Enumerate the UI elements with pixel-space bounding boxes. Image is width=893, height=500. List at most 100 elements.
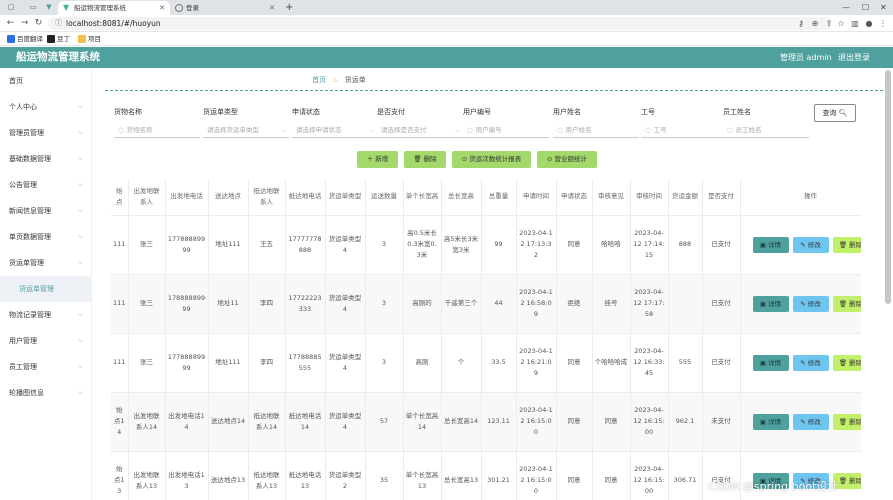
- sidebar-item[interactable]: 货运单管理: [0, 276, 92, 302]
- filter-input[interactable]: ○ 货物名称: [114, 123, 200, 138]
- vue-devtools-icon[interactable]: ▼: [44, 3, 54, 12]
- delete-button[interactable]: 🗑︎ 删除: [404, 151, 446, 168]
- trash-icon: 🗑︎: [838, 358, 850, 367]
- bookmark-douding[interactable]: 豆丁: [47, 34, 70, 44]
- detail-button[interactable]: ▣ 详情: [752, 295, 789, 312]
- back-icon[interactable]: ←: [5, 18, 16, 29]
- close-icon[interactable]: ✕: [269, 1, 275, 15]
- row-delete-button[interactable]: 🗑︎ 删除: [832, 236, 861, 253]
- tab-list-icon[interactable]: ▢: [6, 3, 16, 12]
- row-delete-button[interactable]: 🗑︎ 删除: [832, 295, 861, 312]
- add-button[interactable]: ＋ 新增: [357, 151, 398, 168]
- table-cell: 已支付: [702, 274, 741, 334]
- filter-select[interactable]: 请选择申请状态 ⌵: [292, 123, 378, 138]
- detail-button[interactable]: ▣ 详情: [752, 236, 789, 253]
- shipment-count-report-button[interactable]: ⊙ 货运次数统计报表: [452, 151, 531, 168]
- sidebar-item[interactable]: 用户管理 ⌵: [0, 328, 92, 354]
- pencil-icon: ✎: [800, 358, 808, 367]
- edit-button[interactable]: ✎ 修改: [792, 354, 829, 371]
- sidebar-item[interactable]: 物流记录管理 ⌵: [0, 302, 92, 328]
- row-delete-button[interactable]: 🗑︎ 删除: [832, 413, 861, 430]
- tab-main[interactable]: ▼ 船运物流管理系统 ✕: [58, 1, 170, 15]
- url-field[interactable]: ⓘ localhost:8081/#/huoyun: [48, 17, 832, 30]
- share-icon[interactable]: ⇪: [824, 18, 834, 29]
- edit-button[interactable]: ✎ 修改: [792, 295, 829, 312]
- table-cell: 306.71: [668, 451, 703, 500]
- table-cell: 张三: [128, 274, 166, 334]
- table-cell: 高刚的: [403, 274, 442, 334]
- star-icon[interactable]: ☆: [836, 18, 846, 29]
- filter-input[interactable]: ○ 用户姓名: [553, 123, 639, 138]
- sidebar-toggle-icon[interactable]: ▥: [850, 18, 860, 29]
- maximize-icon[interactable]: ☐: [862, 0, 869, 15]
- close-icon[interactable]: ✕: [159, 1, 165, 15]
- breadcrumb-home[interactable]: 首页: [312, 76, 326, 84]
- table-cell: 2023-04-12 16:21:09: [516, 333, 557, 393]
- folder-icon: [78, 35, 86, 43]
- bookmark-folder-project[interactable]: 项目: [78, 34, 101, 44]
- table-cell: 抵达地电话13: [285, 451, 326, 500]
- table-cell: 李四: [248, 274, 286, 334]
- window-close-icon[interactable]: ✕: [880, 0, 887, 15]
- column-header: 总长宽高: [441, 179, 482, 216]
- table-cell: 送达地点14: [208, 392, 249, 452]
- key-icon[interactable]: ⚷: [796, 18, 806, 29]
- filter-label: 是否支付: [377, 108, 405, 116]
- table-cell: 出发地联系人14: [128, 392, 166, 452]
- edit-button[interactable]: ✎ 修改: [792, 413, 829, 430]
- zoom-icon[interactable]: ⊕: [810, 18, 820, 29]
- revenue-stats-button[interactable]: ⊙ 营业额统计: [537, 151, 597, 168]
- table-cell: 送达地点13: [208, 451, 249, 500]
- trash-icon: 🗑︎: [838, 240, 850, 249]
- vue-icon: ▼: [63, 3, 70, 12]
- sidebar-item[interactable]: 公告管理 ⌵: [0, 172, 92, 198]
- table-cell: 2023-04-12 16:15:00: [630, 451, 669, 500]
- sidebar-item[interactable]: 新闻信息管理 ⌵: [0, 198, 92, 224]
- table-cell: 货运单类型2: [325, 451, 366, 500]
- bookmark-baidu-translate[interactable]: 百度翻译: [7, 34, 43, 44]
- filter-input[interactable]: ○ 用户编号: [463, 123, 549, 138]
- logout-link[interactable]: 退出登录: [838, 47, 870, 68]
- reload-icon[interactable]: ↻: [33, 18, 44, 29]
- forward-icon[interactable]: →: [19, 18, 30, 29]
- minimize-icon[interactable]: —: [842, 0, 850, 15]
- table-cell: 已支付: [702, 215, 741, 275]
- tab-login[interactable]: 登录 ✕: [170, 1, 280, 15]
- sidebar-item[interactable]: 员工管理 ⌵: [0, 354, 92, 380]
- sidebar-item[interactable]: 管理员管理 ⌵: [0, 120, 92, 146]
- new-tab-icon[interactable]: +: [285, 1, 293, 14]
- filter-select[interactable]: 请选择货运单类型 ⌵: [203, 123, 289, 138]
- sidebar-item[interactable]: 个人中心 ⌵: [0, 94, 92, 120]
- table-cell: 王五: [248, 215, 286, 275]
- query-button[interactable]: 查询 🔍︎: [814, 104, 856, 122]
- filter-input[interactable]: ○ 工号: [641, 123, 727, 138]
- table-cell: 抵达地电话14: [285, 392, 326, 452]
- row-actions: ▣ 详情 ✎ 修改 🗑︎ 删除: [740, 392, 861, 452]
- chart-icon: ⊙: [546, 155, 553, 163]
- sidebar-item[interactable]: 单页数据管理 ⌵: [0, 224, 92, 250]
- filter-select[interactable]: 请选择是否支付 ⌵: [377, 123, 463, 138]
- column-header: 送达地点: [208, 179, 249, 216]
- tab-square-icon[interactable]: ▭: [28, 3, 38, 12]
- info-icon[interactable]: ⓘ: [55, 18, 62, 29]
- column-header: 运送数量: [365, 179, 404, 216]
- sidebar-item[interactable]: 轮播图信息 ⌵: [0, 380, 92, 406]
- sidebar-item[interactable]: 首页: [0, 68, 92, 94]
- sidebar-item[interactable]: 货运单管理 ⌵: [0, 250, 92, 276]
- filter-input[interactable]: ○ 员工姓名: [723, 123, 809, 138]
- filter-label: 用户姓名: [553, 108, 581, 116]
- row-delete-button[interactable]: 🗑︎ 删除: [832, 354, 861, 371]
- edit-button[interactable]: ✎ 修改: [792, 236, 829, 253]
- detail-button[interactable]: ▣ 详情: [752, 413, 789, 430]
- table-cell: 99: [481, 215, 517, 275]
- detail-button[interactable]: ▣ 详情: [752, 354, 789, 371]
- table-cell: 出发地联系人13: [128, 451, 166, 500]
- chevron-down-icon: ⌵: [78, 233, 83, 240]
- profile-icon[interactable]: ●: [864, 18, 874, 29]
- table-cell: 962.1: [668, 392, 703, 452]
- page-scrollbar[interactable]: [885, 70, 891, 304]
- sidebar-item[interactable]: 基础数据管理 ⌵: [0, 146, 92, 172]
- more-menu-icon[interactable]: ⋮: [878, 18, 888, 29]
- table-cell: 抵达地联系人14: [248, 392, 286, 452]
- table-cell: 拒绝: [556, 274, 593, 334]
